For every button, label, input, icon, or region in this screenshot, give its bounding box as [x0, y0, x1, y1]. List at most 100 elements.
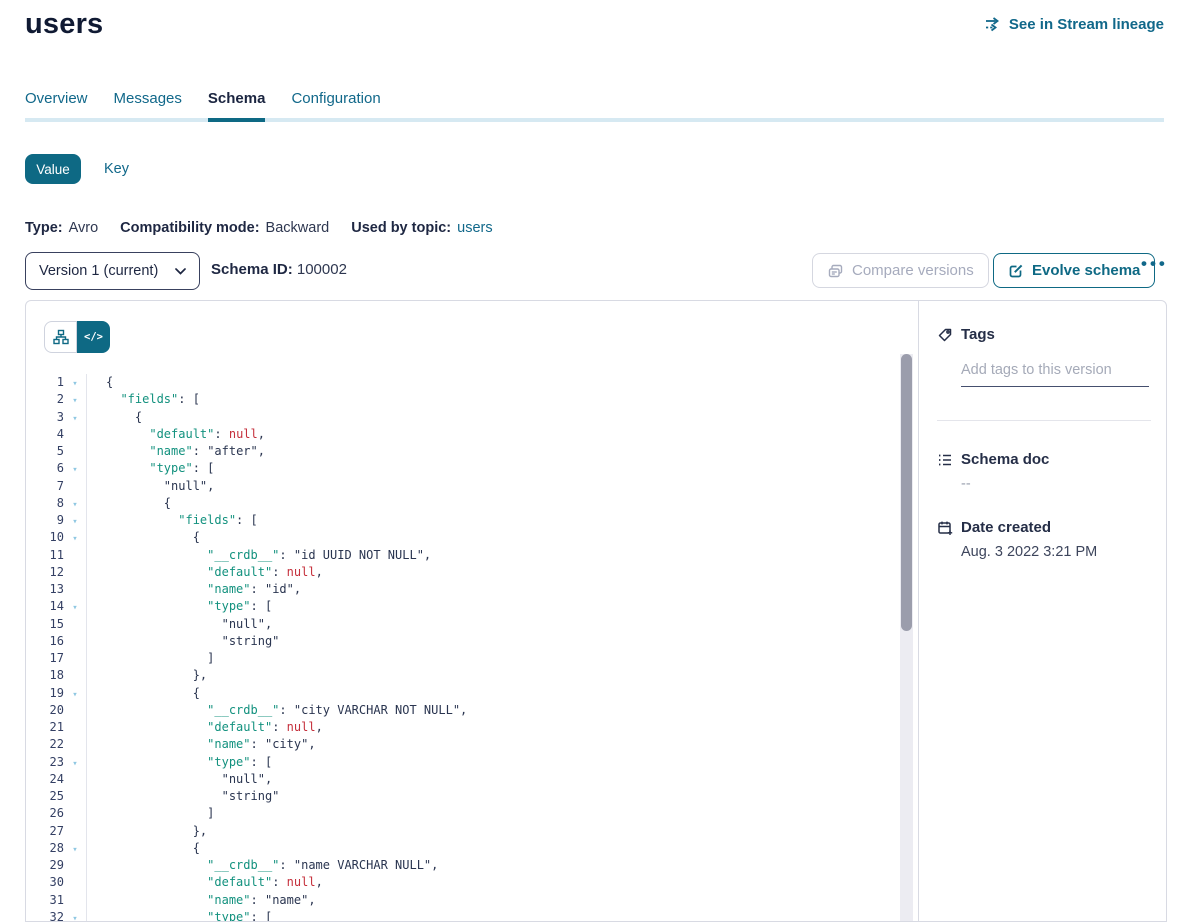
line-number: 6 [26, 460, 64, 477]
sidebar-divider [937, 420, 1151, 421]
version-select[interactable]: Version 1 (current) [25, 252, 200, 290]
version-select-value: Version 1 (current) [39, 263, 158, 279]
line-number: 26 [26, 805, 64, 822]
more-actions-button[interactable]: ••• [1141, 254, 1168, 274]
schema-doc-section-header: Schema doc [937, 451, 1049, 468]
date-created-title: Date created [961, 519, 1051, 536]
code-text: }, [86, 824, 207, 838]
code-text: "type": [ [86, 910, 272, 921]
editor-scrollbar-track[interactable] [900, 354, 913, 921]
evolve-schema-button[interactable]: Evolve schema [993, 253, 1155, 288]
code-text: "null", [86, 617, 272, 631]
code-text: "__crdb__": "id UUID NOT NULL", [86, 548, 431, 562]
code-text: "default": null, [86, 565, 323, 579]
code-text: { [86, 410, 142, 424]
tab-schema[interactable]: Schema [208, 90, 266, 122]
code-view-icon: </> [84, 331, 103, 343]
compatibility-label: Compatibility mode: [120, 220, 259, 236]
fold-arrow-icon[interactable]: ▾ [64, 600, 86, 617]
code-text: "default": null, [86, 720, 323, 734]
line-number: 23 [26, 754, 64, 771]
schema-id-value: 100002 [297, 261, 347, 278]
line-number: 14 [26, 598, 64, 615]
type-label: Type: [25, 220, 63, 236]
stream-lineage-link[interactable]: See in Stream lineage [984, 15, 1164, 33]
line-number: 19 [26, 685, 64, 702]
code-text: "null", [86, 772, 272, 786]
schema-panel: </> 1▾{2▾ "fields": [3▾ {4 "default": nu… [25, 300, 1167, 922]
fold-arrow-icon[interactable]: ▾ [64, 531, 86, 548]
code-text: "default": null, [86, 875, 323, 889]
stream-lineage-icon [984, 15, 1002, 33]
line-number: 18 [26, 667, 64, 684]
line-number: 20 [26, 702, 64, 719]
tab-messages[interactable]: Messages [114, 90, 182, 122]
tree-view-button[interactable] [44, 321, 77, 353]
compare-versions-icon [827, 263, 844, 279]
line-number: 16 [26, 633, 64, 650]
code-text: { [86, 496, 171, 510]
code-text: { [86, 841, 200, 855]
editor-scrollbar-thumb[interactable] [901, 354, 912, 631]
tab-overview[interactable]: Overview [25, 90, 88, 122]
code-text: "type": [ [86, 461, 214, 475]
code-view-button[interactable]: </> [77, 321, 110, 353]
line-number: 32 [26, 909, 64, 921]
tab-configuration[interactable]: Configuration [291, 90, 380, 122]
line-number: 13 [26, 581, 64, 598]
line-number: 9 [26, 512, 64, 529]
edit-schema-icon [1008, 263, 1024, 279]
gutter-divider [86, 374, 87, 921]
code-text: "null", [86, 479, 214, 493]
value-toggle-button[interactable]: Value [25, 154, 81, 184]
code-text: "type": [ [86, 755, 272, 769]
compare-versions-label: Compare versions [852, 262, 974, 279]
line-number: 5 [26, 443, 64, 460]
schema-id-label: Schema ID: [211, 261, 293, 278]
type-value: Avro [69, 220, 99, 236]
schema-sidebar: Tags Schema doc -- Dat [919, 301, 1166, 921]
line-number: 4 [26, 426, 64, 443]
compare-versions-button[interactable]: Compare versions [812, 253, 989, 288]
schema-id: Schema ID: 100002 [211, 261, 347, 278]
code-text: "fields": [ [86, 392, 200, 406]
compatibility-value: Backward [266, 220, 330, 236]
line-number: 27 [26, 823, 64, 840]
code-text: "__crdb__": "city VARCHAR NOT NULL", [86, 703, 467, 717]
code-text: { [86, 375, 113, 389]
line-number: 12 [26, 564, 64, 581]
line-number: 24 [26, 771, 64, 788]
tab-bar: Overview Messages Schema Configuration [25, 90, 381, 122]
line-number: 25 [26, 788, 64, 805]
line-number: 30 [26, 874, 64, 891]
schema-meta-row: Type: Avro Compatibility mode: Backward … [25, 220, 493, 236]
line-number: 8 [26, 495, 64, 512]
code-text: }, [86, 668, 207, 682]
code-text: "name": "id", [86, 582, 301, 596]
code-text: { [86, 686, 200, 700]
line-number: 22 [26, 736, 64, 753]
code-text: "name": "name", [86, 893, 316, 907]
line-number: 29 [26, 857, 64, 874]
code-text: "fields": [ [86, 513, 258, 527]
tags-section-header: Tags [937, 326, 995, 343]
key-toggle-link[interactable]: Key [104, 161, 129, 177]
code-text: { [86, 530, 200, 544]
code-text: "name": "city", [86, 737, 316, 751]
line-number: 7 [26, 478, 64, 495]
line-number: 2 [26, 391, 64, 408]
schema-doc-title: Schema doc [961, 451, 1049, 468]
editor-view-toggle: </> [44, 321, 110, 353]
topic-link[interactable]: users [457, 220, 492, 236]
line-number: 31 [26, 892, 64, 909]
line-number: 11 [26, 547, 64, 564]
code-text: "default": null, [86, 427, 265, 441]
tags-input[interactable] [961, 359, 1149, 387]
fold-arrow-icon[interactable]: ▾ [64, 393, 86, 410]
fold-arrow-icon[interactable]: ▾ [64, 462, 86, 479]
line-number: 10 [26, 529, 64, 546]
code-text: "string" [86, 789, 279, 803]
list-icon [937, 452, 953, 468]
line-number: 3 [26, 409, 64, 426]
line-number: 17 [26, 650, 64, 667]
